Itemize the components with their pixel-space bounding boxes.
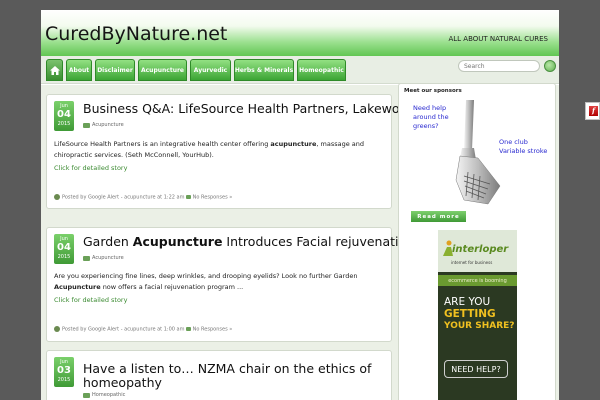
post-card: Jun 04 2015 Garden Acupuncture Introduce… xyxy=(46,227,414,342)
post-meta: Posted by Google Alert - acupuncture at … xyxy=(54,326,254,334)
read-more-button[interactable]: Read more xyxy=(411,211,466,222)
need-help-button[interactable]: NEED HELP? xyxy=(444,360,508,378)
sidebar-title: Meet our sponsors xyxy=(404,88,462,94)
ad-text: GETTING xyxy=(444,308,496,320)
folder-icon xyxy=(83,122,90,128)
post-title-text: Garden xyxy=(83,234,133,249)
post-meta: Posted by Google Alert - acupuncture at … xyxy=(54,194,254,202)
excerpt-text: Are you experiencing fine lines, deep wr… xyxy=(54,272,358,280)
golf-club-ad[interactable]: Need help around the greens? One club Va… xyxy=(408,100,549,212)
read-story-link[interactable]: Click for detailed story xyxy=(54,296,127,304)
post-title-line: homeopathy xyxy=(83,375,162,390)
post-date-day: 04 xyxy=(57,242,71,253)
post-date-day: 03 xyxy=(57,365,71,376)
flash-plugin-button[interactable]: f xyxy=(585,102,600,120)
search-icon[interactable] xyxy=(544,60,556,72)
comment-icon xyxy=(186,326,192,331)
site-title[interactable]: CuredByNature.net xyxy=(45,23,227,45)
post-byline: Posted by Google Alert - acupuncture at … xyxy=(62,194,185,201)
post-date-year: 2015 xyxy=(57,254,71,260)
ad-text: YOUR SHARE? xyxy=(444,321,515,331)
main-navigation: About Disclaimer Acupuncture Ayurvedic H… xyxy=(41,56,559,84)
read-story-link[interactable]: Click for detailed story xyxy=(54,164,127,172)
nav-item-about[interactable]: About xyxy=(66,59,92,81)
ad-tagline: One club Variable stroke xyxy=(499,138,547,156)
nav-item-ayurvedic[interactable]: Ayurvedic xyxy=(190,59,231,81)
post-category: Acupuncture xyxy=(83,122,124,128)
post-excerpt: LifeSource Health Partners is an integra… xyxy=(54,139,389,161)
page-wrapper: CuredByNature.net ALL ABOUT NATURAL CURE… xyxy=(41,10,559,400)
ad-band: ecommerce is booming xyxy=(438,275,517,286)
flash-icon: f xyxy=(589,106,598,116)
site-header: CuredByNature.net ALL ABOUT NATURAL CURE… xyxy=(41,10,559,56)
post-date-badge: Jun 04 2015 xyxy=(54,101,74,131)
site-tagline: ALL ABOUT NATURAL CURES xyxy=(448,35,548,43)
comment-icon xyxy=(186,194,192,199)
excerpt-keyword: Acupuncture xyxy=(54,283,101,291)
golf-club-image xyxy=(455,100,501,205)
post-date-day: 04 xyxy=(57,109,71,120)
post-comments-link[interactable]: No Responses » xyxy=(193,195,233,201)
home-icon xyxy=(49,65,60,75)
post-category-link[interactable]: Acupuncture xyxy=(92,122,124,128)
post-date-badge: Jun 03 2015 xyxy=(54,357,74,387)
nav-item-herbs-minerals[interactable]: Herbs & Minerals xyxy=(234,59,294,81)
post-title-text: Introduces Facial rejuvenation xyxy=(222,234,415,249)
folder-icon xyxy=(83,392,90,398)
post-title-keyword: Acupuncture xyxy=(132,234,223,249)
post-byline: Posted by Google Alert - acupuncture at … xyxy=(62,326,185,333)
ad-text: One club xyxy=(499,138,528,146)
excerpt-text: now offers a facial rejuvenation program… xyxy=(100,283,244,291)
post-category: Acupuncture xyxy=(83,255,124,261)
post-date-year: 2015 xyxy=(57,121,71,127)
post-category: Homeopathic xyxy=(83,392,125,398)
excerpt-keyword: acupuncture xyxy=(270,140,317,148)
ad-logo-text: interloper xyxy=(452,244,509,255)
nav-item-disclaimer[interactable]: Disclaimer xyxy=(95,59,135,81)
post-date-badge: Jun 04 2015 xyxy=(54,234,74,264)
post-card: Jun 04 2015 Business Q&A: LifeSource Hea… xyxy=(46,94,415,209)
interloper-ad-banner[interactable]: interloper internet for business ecommer… xyxy=(438,230,517,400)
folder-icon xyxy=(83,255,90,261)
excerpt-text: LifeSource Health Partners is an integra… xyxy=(54,140,271,148)
ad-text: ARE YOU xyxy=(444,296,491,308)
ad-headline: ARE YOU GETTING YOUR SHARE? xyxy=(444,296,515,332)
post-category-link[interactable]: Acupuncture xyxy=(92,255,124,261)
nav-item-homeopathic[interactable]: Homeopathic xyxy=(297,59,346,81)
ad-text: Variable stroke xyxy=(499,147,548,155)
search-input[interactable] xyxy=(458,60,540,72)
author-avatar-icon xyxy=(54,194,60,200)
nav-home-button[interactable] xyxy=(46,59,63,81)
post-excerpt: Are you experiencing fine lines, deep wr… xyxy=(54,271,389,293)
post-title[interactable]: Have a listen to… NZMA chair on the ethi… xyxy=(83,362,371,390)
author-avatar-icon xyxy=(54,326,60,332)
post-title-line: Have a listen to… NZMA chair on the ethi… xyxy=(83,361,372,376)
post-title[interactable]: Business Q&A: LifeSource Health Partners… xyxy=(83,102,415,116)
post-comments-link[interactable]: No Responses » xyxy=(193,327,233,333)
ad-banner-top: interloper internet for business xyxy=(438,230,517,272)
ad-logo-subtitle: internet for business xyxy=(451,260,493,265)
post-card: Jun 03 2015 Have a listen to… NZMA chair… xyxy=(46,350,392,400)
nav-item-acupuncture[interactable]: Acupuncture xyxy=(138,59,187,81)
post-date-year: 2015 xyxy=(57,377,71,383)
sidebar: Meet our sponsors Need help around the g… xyxy=(398,83,556,400)
post-title[interactable]: Garden Acupuncture Introduces Facial rej… xyxy=(83,235,414,249)
post-category-link[interactable]: Homeopathic xyxy=(92,392,125,398)
